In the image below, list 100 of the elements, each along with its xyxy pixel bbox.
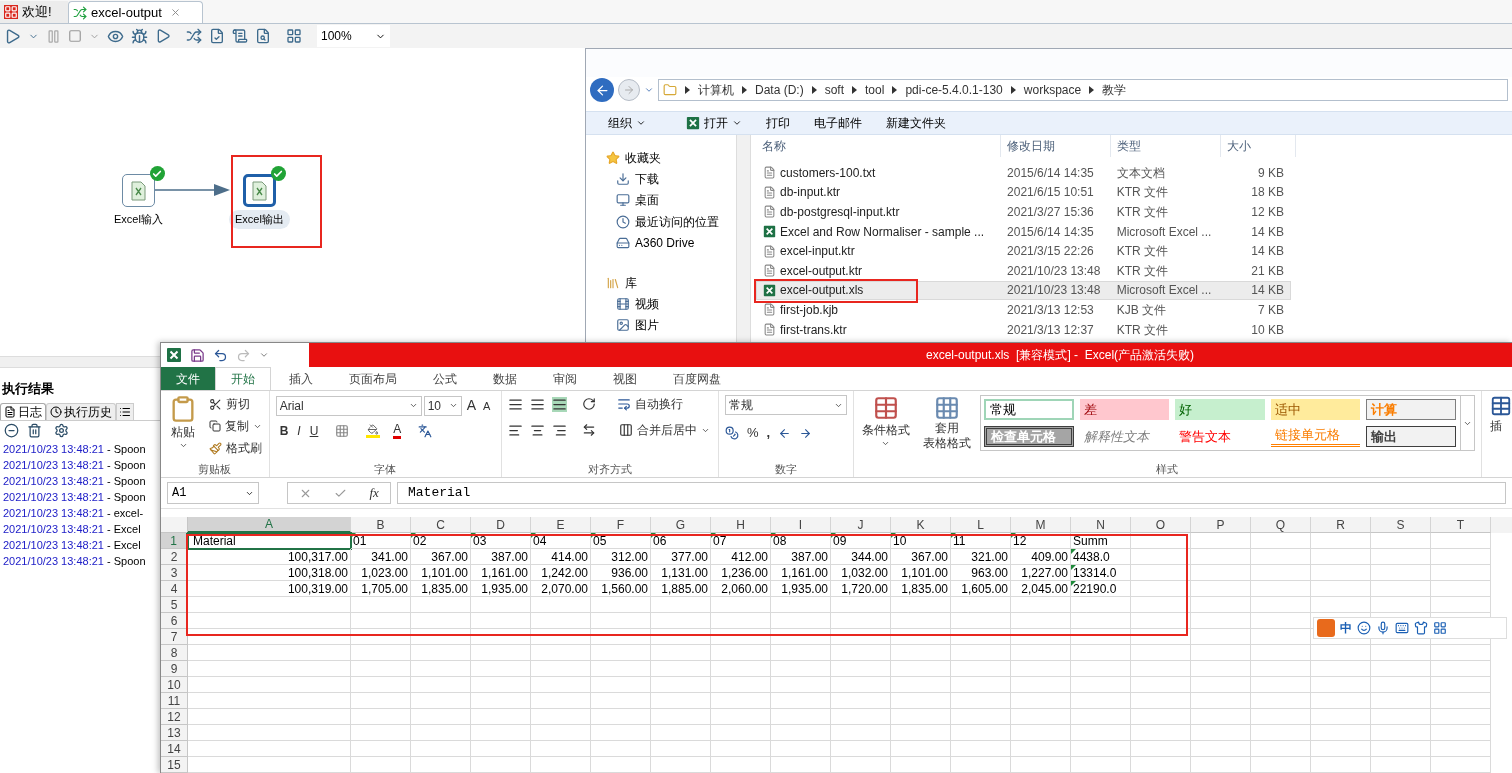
fill-color-icon[interactable] <box>366 424 381 439</box>
column-header[interactable]: A <box>188 517 351 533</box>
comma-button[interactable]: , <box>766 423 771 443</box>
editor-tab[interactable]: 欢迎! <box>0 1 68 23</box>
insert-icon[interactable] <box>1490 395 1512 418</box>
shrink-font-button[interactable]: A <box>481 397 493 415</box>
column-header[interactable]: 大小 <box>1221 135 1296 157</box>
row-header[interactable]: 15 <box>161 757 188 773</box>
orientation-icon[interactable] <box>581 397 596 412</box>
nav-item[interactable]: 图片 <box>606 314 736 336</box>
results-tab[interactable]: 执行历史 <box>46 402 116 420</box>
address-bar[interactable]: 计算机 Data (D:) soft tool pdi-ce-5.4.0.1-130 workspace 教学 <box>658 79 1508 101</box>
row-header[interactable]: 6 <box>161 613 188 629</box>
bottom-align-icon[interactable] <box>551 396 567 412</box>
column-header[interactable]: 类型 <box>1111 135 1221 157</box>
insert-button[interactable]: 插 <box>1490 417 1512 436</box>
ribbon-tab[interactable]: 数据 <box>475 367 535 391</box>
column-header[interactable]: O <box>1131 517 1191 533</box>
column-header[interactable]: E <box>531 517 591 533</box>
ribbon-tab[interactable]: 视图 <box>595 367 655 391</box>
cell-style[interactable]: 差 <box>1079 399 1170 421</box>
nav-item[interactable]: A360 Drive <box>606 232 736 254</box>
grow-font-button[interactable]: A <box>463 395 479 417</box>
path-segment[interactable]: 计算机 <box>698 81 734 99</box>
nav-item[interactable]: 视频 <box>606 293 736 315</box>
run-icon[interactable] <box>4 27 21 45</box>
underline-button[interactable]: U <box>309 422 319 441</box>
verify-icon[interactable] <box>186 28 202 44</box>
column-header[interactable]: I <box>771 517 831 533</box>
number-format-field[interactable]: 常规 <box>725 395 847 416</box>
back-button[interactable] <box>590 78 614 102</box>
cell-style[interactable]: 常规 <box>984 399 1074 421</box>
file-row[interactable]: excel-input.ktr 2021/3/15 22:26 KTR 文件 14 KB <box>756 241 1291 261</box>
column-header[interactable]: H <box>711 517 771 533</box>
name-box[interactable]: A1 <box>167 482 259 505</box>
currency-icon[interactable] <box>725 426 739 441</box>
path-segment[interactable]: 教学 <box>1102 81 1127 99</box>
ime-mode[interactable]: 中 <box>1340 619 1352 637</box>
explore-db-icon[interactable] <box>255 28 271 44</box>
column-header[interactable]: G <box>651 517 711 533</box>
ribbon-tab[interactable]: 审阅 <box>535 367 595 391</box>
file-row[interactable]: Excel and Row Normaliser - sample ... 2015/6/14 14:35 Microsoft Excel ... 14 KB <box>756 221 1291 242</box>
impact-icon[interactable] <box>209 28 225 44</box>
ribbon-tab[interactable]: 开始 <box>215 367 271 391</box>
row-header[interactable]: 5 <box>161 597 188 613</box>
column-header[interactable]: N <box>1071 517 1131 533</box>
nav-group[interactable]: 收藏夹 <box>606 147 736 168</box>
file-row[interactable]: db-postgresql-input.ktr 2021/3/27 15:36 KTR 文件 12 KB <box>756 202 1291 222</box>
row-header[interactable]: 14 <box>161 741 188 757</box>
italic-button[interactable]: I <box>297 422 301 441</box>
path-segment[interactable]: soft <box>824 81 845 99</box>
cut-button[interactable]: 剪切 <box>209 395 262 414</box>
path-segment[interactable]: workspace <box>1023 81 1082 99</box>
grid-icon[interactable] <box>286 28 302 44</box>
align-left-icon[interactable] <box>507 422 523 438</box>
keyboard-icon[interactable] <box>1395 621 1409 635</box>
row-header[interactable]: 2 <box>161 549 188 565</box>
close-icon[interactable] <box>169 7 181 18</box>
save-icon[interactable] <box>190 347 205 363</box>
excel-step-icon[interactable] <box>121 174 155 207</box>
column-header[interactable]: Q <box>1251 517 1311 533</box>
file-row[interactable]: excel-output.ktr 2021/10/23 13:48 KTR 文件 21 KB <box>756 260 1291 281</box>
nav-item[interactable]: 桌面 <box>606 189 736 211</box>
column-header[interactable]: 修改日期 <box>1001 135 1111 157</box>
borders-icon[interactable] <box>335 424 350 439</box>
ribbon-tab[interactable]: 公式 <box>415 367 475 391</box>
wrap-text-button[interactable]: 自动换行 <box>616 395 683 414</box>
paste-button[interactable]: 粘贴 <box>167 395 199 462</box>
toolbar-button[interactable]: 打开 <box>674 114 754 132</box>
grid-icon[interactable] <box>1433 621 1447 635</box>
align-center-icon[interactable] <box>529 422 545 438</box>
insert-function-button[interactable]: fx <box>369 483 379 503</box>
results-tab[interactable] <box>116 402 134 420</box>
row-header[interactable]: 7 <box>161 629 188 645</box>
row-header[interactable]: 8 <box>161 645 188 661</box>
column-header[interactable]: B <box>351 517 411 533</box>
undo-icon[interactable] <box>213 347 228 363</box>
row-header[interactable]: 12 <box>161 709 188 725</box>
font-color-button[interactable]: A <box>393 423 402 440</box>
column-header[interactable]: P <box>1191 517 1251 533</box>
row-header[interactable]: 1 <box>161 533 188 549</box>
sql-icon[interactable] <box>232 28 248 44</box>
bold-button[interactable]: B <box>279 422 289 441</box>
path-segment[interactable]: Data (D:) <box>755 81 804 99</box>
row-header[interactable]: 3 <box>161 565 188 581</box>
cell-style[interactable]: 好 <box>1175 399 1265 421</box>
font-size-field[interactable]: 10 <box>423 395 462 416</box>
settings-icon[interactable] <box>54 423 69 438</box>
font-name-field[interactable]: Arial <box>275 395 422 416</box>
format-painter-button[interactable]: 格式刷 <box>209 439 262 458</box>
column-header[interactable]: C <box>411 517 471 533</box>
nav-group[interactable]: 库 <box>606 272 736 293</box>
editor-tab[interactable]: excel-output <box>68 1 203 23</box>
file-row[interactable]: db-input.ktr 2021/6/15 10:51 KTR 文件 18 KB <box>756 182 1291 203</box>
nav-item[interactable]: 下载 <box>606 168 736 190</box>
stop-icon[interactable] <box>4 423 19 438</box>
column-header[interactable]: M <box>1011 517 1071 533</box>
toolbar-button[interactable]: 电子邮件 <box>802 114 874 132</box>
row-header[interactable]: 4 <box>161 581 188 597</box>
path-segment[interactable]: tool <box>865 81 885 99</box>
